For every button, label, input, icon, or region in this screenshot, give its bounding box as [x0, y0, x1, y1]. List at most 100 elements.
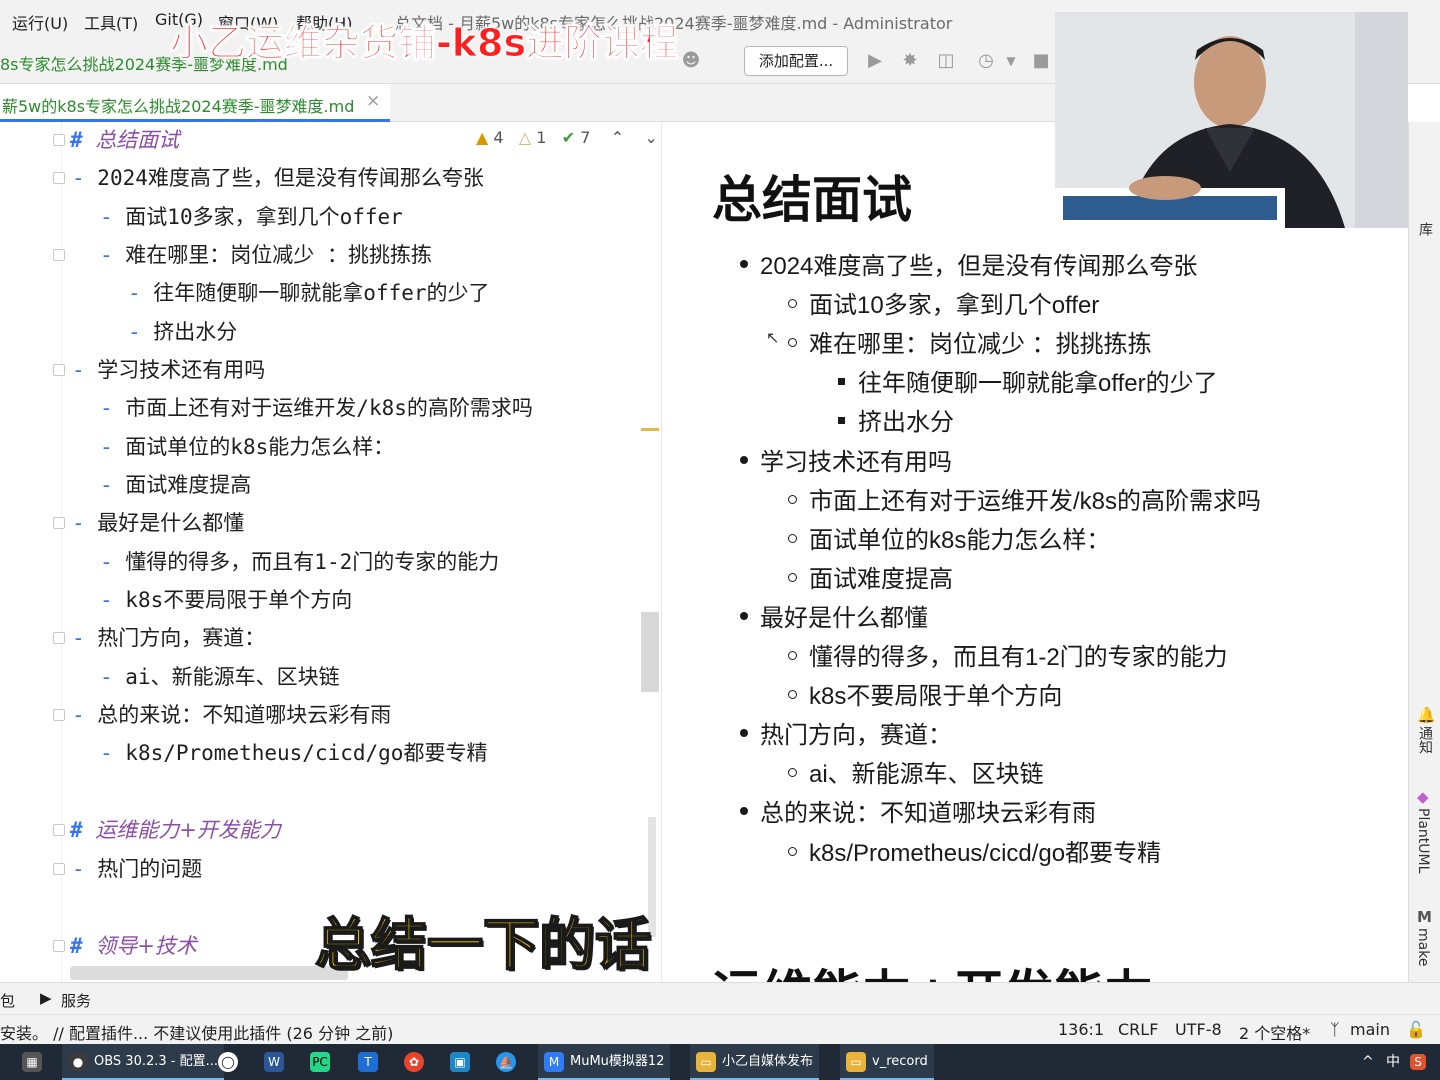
editor-list-line[interactable]: - 往年随便聊一聊就能拿offer的少了: [128, 277, 490, 307]
editor-list-line[interactable]: - 2024难度高了些，但是没有传闻那么夸张: [72, 162, 484, 192]
file-encoding[interactable]: UTF-8: [1175, 1020, 1222, 1039]
taskbar-pinned-icon[interactable]: ▦: [22, 1044, 48, 1080]
fold-marker-icon[interactable]: [53, 863, 65, 875]
tray-overflow-icon[interactable]: ^: [1362, 1044, 1374, 1080]
list-text: 学习技术还有用吗: [97, 358, 266, 382]
stop-icon[interactable]: ■: [1030, 50, 1052, 72]
editor-list-line[interactable]: - 懂得的得多，而且有1-2门的专家的能力: [100, 546, 499, 576]
taskbar-browser[interactable]: ✿: [404, 1044, 430, 1080]
close-icon[interactable]: ×: [366, 91, 380, 111]
user-icon[interactable]: ☻: [680, 50, 702, 72]
heading-text: 运维能力+开发能力: [95, 818, 281, 842]
warning-stripe[interactable]: [641, 428, 659, 431]
inspection-widget[interactable]: ▲ 4 △ 1 ✔ 7 ⌃ ⌄: [476, 128, 658, 147]
lock-icon[interactable]: 🔓: [1406, 1020, 1426, 1039]
strip-make[interactable]: make: [1415, 928, 1431, 966]
strip-notifications[interactable]: 通知: [1415, 726, 1435, 754]
taskbar-mumu[interactable]: M MuMu模拟器12: [538, 1044, 671, 1080]
tray-app-icon[interactable]: S: [1410, 1044, 1432, 1080]
bullet-circle: [788, 495, 797, 504]
plantuml-icon[interactable]: ◆: [1417, 788, 1429, 806]
next-highlight-icon[interactable]: ⌄: [645, 128, 658, 147]
git-branch[interactable]: main: [1350, 1020, 1390, 1039]
editor-list-line[interactable]: - 面试难度提高: [100, 469, 251, 499]
caret-position[interactable]: 136:1: [1058, 1020, 1104, 1039]
status-message[interactable]: 安装。 // 配置插件... 不建议使用此插件 (26 分钟 之前): [0, 1020, 393, 1044]
strip-database[interactable]: 库: [1415, 222, 1435, 236]
fold-marker-icon[interactable]: [53, 172, 65, 184]
coverage-icon[interactable]: ◫: [935, 50, 957, 72]
previous-highlight-icon[interactable]: ⌃: [611, 128, 624, 147]
fold-marker-icon[interactable]: [53, 249, 65, 261]
editor-list-line[interactable]: - 学习技术还有用吗: [72, 354, 265, 384]
profile-icon[interactable]: ◷: [975, 50, 997, 72]
fold-marker-icon[interactable]: [53, 134, 65, 146]
editor-heading-line[interactable]: # 总结面试: [70, 124, 179, 154]
make-icon[interactable]: M: [1417, 908, 1432, 926]
fold-marker-icon[interactable]: [53, 632, 65, 644]
taskbar-app[interactable]: ◯: [218, 1044, 244, 1080]
fold-marker-icon[interactable]: [53, 709, 65, 721]
list-text: 难在哪里：岗位减少 ：挑挑拣拣: [125, 243, 432, 267]
fold-marker-icon[interactable]: [53, 824, 65, 836]
bullet-disc: [740, 807, 748, 815]
editor-list-line[interactable]: - 总的来说：不知道哪块云彩有雨: [72, 699, 391, 729]
editor-list-line[interactable]: - 最好是什么都懂: [72, 507, 244, 537]
line-separator[interactable]: CRLF: [1118, 1020, 1158, 1039]
taskbar-folder-record[interactable]: ▭ v_record: [840, 1044, 934, 1080]
folder-icon: ▭: [696, 1051, 716, 1072]
list-marker: -: [100, 665, 126, 689]
list-marker: -: [72, 703, 98, 727]
editor-heading-line[interactable]: # 运维能力+开发能力: [70, 814, 281, 844]
menu-run[interactable]: 运行(U): [12, 10, 68, 34]
ime-indicator[interactable]: 中: [1386, 1044, 1400, 1080]
horizontal-scrollbar[interactable]: [70, 966, 348, 980]
preview-heading-next: 运维能力+开发能力: [712, 954, 1154, 982]
typo-check-icon: ✔: [561, 128, 576, 147]
editor-heading-line[interactable]: # 领导+技术: [70, 930, 197, 960]
services-icon[interactable]: ▶: [40, 989, 52, 1007]
menu-tools[interactable]: 工具(T): [84, 10, 138, 34]
fold-marker-icon[interactable]: [53, 940, 65, 952]
bell-icon[interactable]: 🔔: [1417, 706, 1436, 724]
editor-list-line[interactable]: - 面试10多家，拿到几个offer: [100, 201, 403, 231]
editor-tab-bar: 薪5w的k8s专家怎么挑战2024赛季-噩梦难度.md ×: [0, 84, 1055, 122]
list-text: 懂得的得多，而且有1-2门的专家的能力: [125, 550, 500, 574]
taskbar-folder-publish[interactable]: ▭ 小乙自媒体发布: [690, 1044, 820, 1080]
taskbar-virtualbox[interactable]: ▣: [450, 1044, 476, 1080]
tool-tab-packages[interactable]: 包: [0, 990, 15, 1011]
mouse-cursor-icon: ↖: [766, 328, 780, 347]
heading-text: 领导+技术: [95, 934, 197, 958]
list-marker: -: [100, 243, 126, 267]
editor-scrollbar-thumb[interactable]: [641, 612, 659, 692]
editor-list-line[interactable]: - 面试单位的k8s能力怎么样：: [100, 431, 394, 461]
taskbar-typora[interactable]: T: [358, 1044, 384, 1080]
editor-list-line[interactable]: - 热门方向，赛道：: [72, 622, 265, 652]
editor-list-line[interactable]: - 热门的问题: [72, 853, 202, 883]
tool-tab-services[interactable]: 服务: [61, 990, 91, 1011]
chevron-down-icon[interactable]: ▼: [1000, 50, 1022, 72]
run-icon[interactable]: ▶: [864, 50, 886, 72]
list-text: 2024难度高了些，但是没有传闻那么夸张: [97, 166, 484, 190]
editor-list-line[interactable]: - 难在哪里：岗位减少 ：挑挑拣拣: [100, 239, 432, 269]
editor-list-line[interactable]: - 挤出水分: [128, 316, 237, 346]
fold-marker-icon[interactable]: [53, 364, 65, 376]
taskbar-pycharm[interactable]: PC: [310, 1044, 336, 1080]
debug-icon[interactable]: ✸: [899, 50, 921, 72]
tab-markdown-file[interactable]: 薪5w的k8s专家怎么挑战2024赛季-噩梦难度.md ×: [0, 84, 390, 122]
markdown-editor[interactable]: # 总结面试 - 2024难度高了些，但是没有传闻那么夸张 - 面试10多家，拿到几…: [0, 122, 660, 982]
add-configuration-button[interactable]: 添加配置...: [744, 46, 848, 76]
fold-marker-icon[interactable]: [53, 517, 65, 529]
taskbar-word[interactable]: W: [264, 1044, 290, 1080]
strip-plantuml[interactable]: PlantUML: [1415, 808, 1431, 873]
editor-list-line[interactable]: - 市面上还有对于运维开发/k8s的高阶需求吗: [100, 392, 533, 422]
indent-setting[interactable]: 2 个空格*: [1239, 1020, 1310, 1044]
editor-list-line[interactable]: - ai、新能源车、区块链: [100, 661, 340, 691]
bullet-square: [838, 378, 845, 385]
taskbar-docker[interactable]: ⛵: [496, 1044, 522, 1080]
editor-list-line[interactable]: - k8s不要局限于单个方向: [100, 584, 352, 614]
taskbar-obs[interactable]: ● OBS 30.2.3 - 配置...: [62, 1044, 225, 1080]
editor-list-line[interactable]: - k8s/Prometheus/cicd/go都要专精: [100, 737, 487, 767]
heading-text: 总结面试: [95, 128, 180, 152]
bullet-disc: [740, 612, 748, 620]
